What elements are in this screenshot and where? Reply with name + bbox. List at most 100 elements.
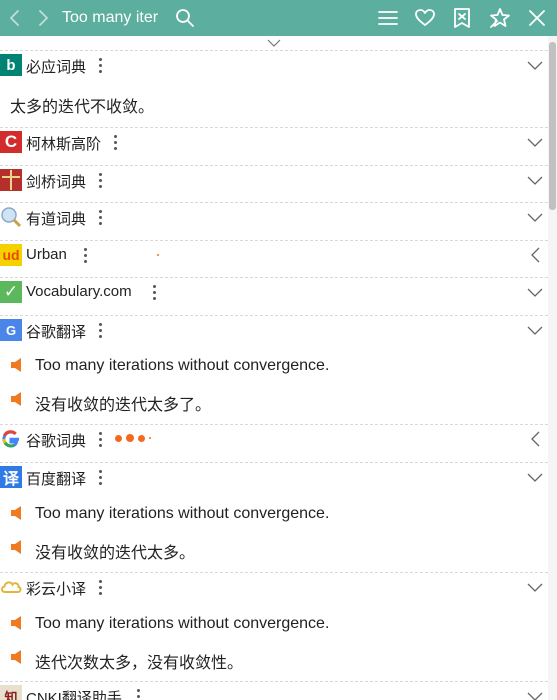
dict-menu-button[interactable] [95, 208, 105, 226]
pin-button[interactable] [485, 0, 515, 36]
forward-button[interactable] [28, 0, 58, 36]
collins-logo: C [0, 131, 22, 153]
dict-collapse-toggle[interactable] [526, 579, 544, 595]
dict-collapse-toggle[interactable] [526, 322, 544, 338]
dict-header-urban[interactable]: ud Urban [0, 240, 548, 268]
dict-title: 百度翻译 [26, 471, 87, 488]
speaker-button[interactable] [10, 615, 24, 631]
dict-title: 必应词典 [26, 59, 87, 76]
dict-header-caiyun[interactable]: 彩云小译 [0, 572, 548, 600]
speaker-button[interactable] [10, 505, 24, 521]
back-button[interactable] [0, 0, 30, 36]
close-button[interactable] [522, 0, 552, 36]
chevron-right-icon [39, 10, 48, 26]
baidu-translate-logo: 译 [0, 466, 22, 488]
dict-collapse-toggle[interactable] [526, 57, 544, 73]
dict-title: 谷歌词典 [26, 433, 87, 450]
dict-menu-button[interactable] [95, 171, 105, 189]
search-button[interactable] [170, 0, 200, 36]
heart-icon [415, 9, 435, 26]
hamburger-menu-icon [378, 11, 398, 25]
dict-menu-button[interactable] [95, 430, 105, 448]
youdao-logo [0, 206, 22, 228]
dict-menu-button[interactable] [95, 56, 105, 74]
toolbar [0, 0, 557, 36]
chevron-left-icon [10, 10, 19, 26]
source-text: Too many iterations without convergence. [35, 505, 330, 522]
dict-expand-toggle[interactable] [526, 431, 544, 447]
bing-logo: b [0, 54, 22, 76]
dict-title: Vocabulary.com [26, 283, 132, 300]
chevron-down-icon [527, 138, 543, 147]
caiyun-logo [0, 576, 22, 598]
dict-header-cambridge[interactable]: 剑桥词典 [0, 165, 548, 193]
vocabulary-logo: ✓ [0, 281, 22, 303]
speaker-icon [11, 358, 21, 372]
cnki-logo: 知 [0, 685, 22, 700]
cloud-icon [0, 581, 22, 593]
dict-expand-toggle[interactable] [526, 247, 544, 263]
scrollbar[interactable] [548, 36, 557, 700]
translated-text: 没有收敛的迭代太多了。 [35, 397, 212, 414]
dict-collapse-toggle[interactable] [526, 172, 544, 188]
dict-menu-button[interactable] [95, 321, 105, 339]
loading-indicator [115, 434, 151, 442]
speaker-icon [11, 650, 21, 664]
dict-collapse-toggle[interactable] [526, 134, 544, 150]
magnifier-globe-icon [1, 207, 22, 228]
speaker-button[interactable] [10, 391, 24, 407]
dict-title: 柯林斯高阶 [26, 136, 102, 153]
dict-title: 有道词典 [26, 211, 87, 228]
dict-menu-button[interactable] [80, 246, 90, 264]
dict-title: CNKI翻译助手 [26, 690, 122, 700]
dict-menu-button[interactable] [95, 468, 105, 486]
chevron-down-icon [527, 288, 543, 297]
dict-header-baidu[interactable]: 译 百度翻译 [0, 462, 548, 490]
chevron-down-icon [527, 473, 543, 482]
dict-menu-button[interactable] [133, 687, 143, 700]
dict-header-google-dict[interactable]: 谷歌词典 [0, 424, 548, 452]
dict-header-collins[interactable]: C 柯林斯高阶 [0, 127, 548, 155]
favorite-button[interactable] [410, 0, 440, 36]
dict-title: 剑桥词典 [26, 174, 87, 191]
book-icon [454, 8, 470, 28]
speaker-icon [11, 616, 21, 630]
wordbook-button[interactable] [447, 0, 477, 36]
dict-header-vocabulary[interactable]: ✓ Vocabulary.com [0, 277, 548, 305]
collapse-all-button[interactable] [264, 37, 284, 49]
dict-title: 谷歌翻译 [26, 324, 87, 341]
dict-collapse-toggle[interactable] [526, 284, 544, 300]
dict-menu-button[interactable] [95, 578, 105, 596]
speaker-button[interactable] [10, 539, 24, 555]
source-text: Too many iterations without convergence. [35, 615, 330, 632]
cambridge-logo [0, 169, 22, 191]
dict-header-cnki[interactable]: 知 CNKI翻译助手 [0, 681, 548, 700]
urban-logo: ud [0, 244, 22, 266]
search-icon [176, 9, 194, 27]
dict-collapse-toggle[interactable] [526, 209, 544, 225]
dict-collapse-toggle[interactable] [526, 469, 544, 485]
dict-header-bing[interactable]: b 必应词典 [0, 50, 548, 78]
dict-title: 彩云小译 [26, 581, 87, 598]
chevron-down-icon [527, 61, 543, 70]
dict-collapse-toggle[interactable] [526, 688, 544, 700]
speaker-icon [11, 506, 21, 520]
google-translate-logo: G [0, 319, 22, 341]
source-text: Too many iterations without convergence. [35, 357, 330, 374]
speaker-button[interactable] [10, 357, 24, 373]
dict-header-google-translate[interactable]: G 谷歌翻译 [0, 315, 548, 343]
chevron-left-icon [530, 247, 539, 263]
search-input[interactable] [57, 5, 163, 31]
dict-menu-button[interactable] [149, 283, 159, 301]
scrollbar-thumb[interactable] [549, 42, 556, 210]
speaker-button[interactable] [10, 649, 24, 665]
pin-star-icon [490, 8, 510, 28]
close-icon [529, 10, 545, 26]
menu-button[interactable] [373, 0, 403, 36]
chevron-down-icon [527, 326, 543, 335]
dict-header-youdao[interactable]: 有道词典 [0, 202, 548, 230]
dict-menu-button[interactable] [110, 133, 120, 151]
chevron-down-icon [527, 692, 543, 700]
google-g-icon [2, 430, 19, 448]
speaker-icon [11, 392, 21, 406]
